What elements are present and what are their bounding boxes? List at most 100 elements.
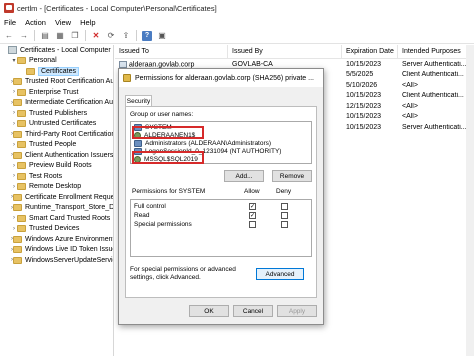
tree-item[interactable]: › Test Roots <box>0 171 113 182</box>
advanced-hint-text: For special permissions or advanced sett… <box>130 266 236 281</box>
help-icon[interactable]: ? <box>142 30 152 41</box>
tree-item[interactable]: › WindowsServerUpdateService <box>0 255 113 266</box>
allow-column-label: Allow <box>244 188 260 195</box>
tree-item[interactable]: Certificates <box>0 66 113 77</box>
toolbar-separator <box>85 30 86 41</box>
tree-item[interactable]: › Smart Card Trusted Roots <box>0 213 113 224</box>
ok-button[interactable]: OK <box>189 305 229 317</box>
tree-item[interactable]: › Windows Azure Environment <box>0 234 113 245</box>
cell-text: 5/10/2026 <box>346 81 378 89</box>
back-arrow-icon[interactable]: ← <box>4 31 14 41</box>
refresh-icon[interactable]: ⟳ <box>106 31 116 41</box>
tree-item-label: Third-Party Root Certification <box>25 130 114 138</box>
remove-button[interactable]: Remove <box>272 170 312 182</box>
cell-text: 10/15/2023 <box>346 123 382 131</box>
read-allow-checkbox[interactable]: ✓ <box>249 212 256 219</box>
up-folder-icon[interactable]: ▤ <box>40 31 50 41</box>
column-intended-purposes[interactable]: Intended Purposes <box>398 45 474 58</box>
full-control-allow-checkbox[interactable]: ✓ <box>249 203 256 210</box>
tree-item[interactable]: › Trusted People <box>0 140 113 151</box>
tree-item-label: Windows Live ID Token Issuer <box>25 246 114 254</box>
read-deny-checkbox[interactable] <box>281 212 288 219</box>
tree-item[interactable]: › Windows Live ID Token Issuer <box>0 245 113 256</box>
table-cell: <All> <box>398 113 474 120</box>
tree-item[interactable]: › Client Authentication Issuers <box>0 150 113 161</box>
cell-text: 10/15/2023 <box>346 92 382 100</box>
column-expiration-date[interactable]: Expiration Date <box>342 45 398 58</box>
tree-item[interactable]: › Certificate Enrollment Reque <box>0 192 113 203</box>
cell-text: 10/15/2023 <box>346 60 382 68</box>
dialog-buttons: OK Cancel Apply <box>119 305 325 321</box>
table-cell: Client Authenticati... <box>398 92 474 99</box>
window-title: certlm - [Certificates - Local Computer\… <box>17 3 217 13</box>
tree-item[interactable]: Certificates - Local Computer <box>0 45 113 56</box>
cell-text: alderaan.govlab.corp <box>129 60 195 68</box>
folder-icon <box>13 256 22 264</box>
table-cell: 5/5/2025 <box>342 71 398 78</box>
folder-icon <box>17 183 26 191</box>
folder-icon <box>17 162 26 170</box>
folder-icon <box>17 120 26 128</box>
table-cell: 10/15/2023 <box>342 124 398 131</box>
export-list-icon[interactable]: ⇪ <box>121 31 131 41</box>
tree-item[interactable]: › Trusted Publishers <box>0 108 113 119</box>
tree-item-label: Client Authentication Issuers <box>25 151 114 159</box>
permissions-dialog: Permissions for alderaan.govlab.corp (SH… <box>118 68 324 325</box>
advanced-button[interactable]: Advanced <box>256 268 304 280</box>
column-issued-by[interactable]: Issued By <box>228 45 342 58</box>
tree-item[interactable]: › Untrusted Certificates <box>0 119 113 130</box>
tree-item[interactable]: › Trusted Root Certification Au <box>0 77 113 88</box>
add-button[interactable]: Add... <box>224 170 264 182</box>
table-cell: GOVLAB-CA <box>228 61 342 68</box>
delete-icon[interactable]: ✕ <box>91 31 101 41</box>
tree-item-label: Trusted Root Certification Au <box>25 78 114 86</box>
cancel-button[interactable]: Cancel <box>233 305 273 317</box>
tree-item-label: Test Roots <box>29 172 63 180</box>
menu-help[interactable]: Help <box>80 18 95 27</box>
table-cell: <All> <box>398 82 474 89</box>
tree-item[interactable]: › Enterprise Trust <box>0 87 113 98</box>
special-allow-checkbox[interactable] <box>249 221 256 228</box>
copy-icon[interactable]: ❐ <box>70 31 80 41</box>
properties-icon[interactable]: ▣ <box>157 31 167 41</box>
menu-action[interactable]: Action <box>25 18 46 27</box>
highlight-box-alderaanen1 <box>132 126 204 139</box>
tree-item[interactable]: › Preview Build Roots <box>0 161 113 172</box>
tree-item-label: Trusted Devices <box>29 225 80 233</box>
cell-text: <All> <box>402 81 418 89</box>
menu-file[interactable]: File <box>4 18 16 27</box>
permission-special: Special permissions <box>134 221 192 228</box>
tree-item[interactable]: › Intermediate Certification Au <box>0 98 113 109</box>
apply-button[interactable]: Apply <box>277 305 317 317</box>
toolbar: ← → ▤ ▦ ❐ ✕ ⟳ ⇪ ? ▣ <box>0 28 474 44</box>
column-issued-to[interactable]: Issued To <box>115 45 228 58</box>
tree-item[interactable]: › Runtime_Transport_Store_D26 <box>0 203 113 214</box>
tree-item[interactable]: › Third-Party Root Certification <box>0 129 113 140</box>
tree-item-label: Remote Desktop <box>29 183 82 191</box>
full-control-deny-checkbox[interactable] <box>281 203 288 210</box>
show-hide-tree-icon[interactable]: ▦ <box>55 31 65 41</box>
table-cell: <All> <box>398 103 474 110</box>
console-tree[interactable]: Certificates - Local Computer ▾ Personal Ce… <box>0 45 114 356</box>
table-cell: Client Authenticati... <box>398 71 474 78</box>
cell-text: Server Authenticati... <box>402 60 467 68</box>
tree-item-label: Certificates - Local Computer <box>20 46 111 54</box>
forward-arrow-icon[interactable]: → <box>19 31 29 41</box>
tree-item-label: Personal <box>29 57 57 65</box>
tree-item-label: Untrusted Certificates <box>29 120 97 128</box>
table-cell: 10/15/2023 <box>342 92 398 99</box>
folder-icon <box>17 172 26 180</box>
folder-icon <box>13 235 22 243</box>
special-deny-checkbox[interactable] <box>281 221 288 228</box>
tree-item[interactable]: › Trusted Devices <box>0 224 113 235</box>
list-scrollbar[interactable] <box>466 45 474 356</box>
permissions-for-label: Permissions for SYSTEM <box>132 188 206 195</box>
menu-view[interactable]: View <box>55 18 71 27</box>
tree-item-label: Runtime_Transport_Store_D26 <box>25 204 114 212</box>
folder-icon <box>13 151 22 159</box>
tree-item-label: WindowsServerUpdateService <box>25 256 114 264</box>
tree-item-label: Trusted Publishers <box>29 109 88 117</box>
tree-item[interactable]: ▾ Personal <box>0 56 113 67</box>
tree-item-label: Enterprise Trust <box>29 88 79 96</box>
tree-item[interactable]: › Remote Desktop <box>0 182 113 193</box>
